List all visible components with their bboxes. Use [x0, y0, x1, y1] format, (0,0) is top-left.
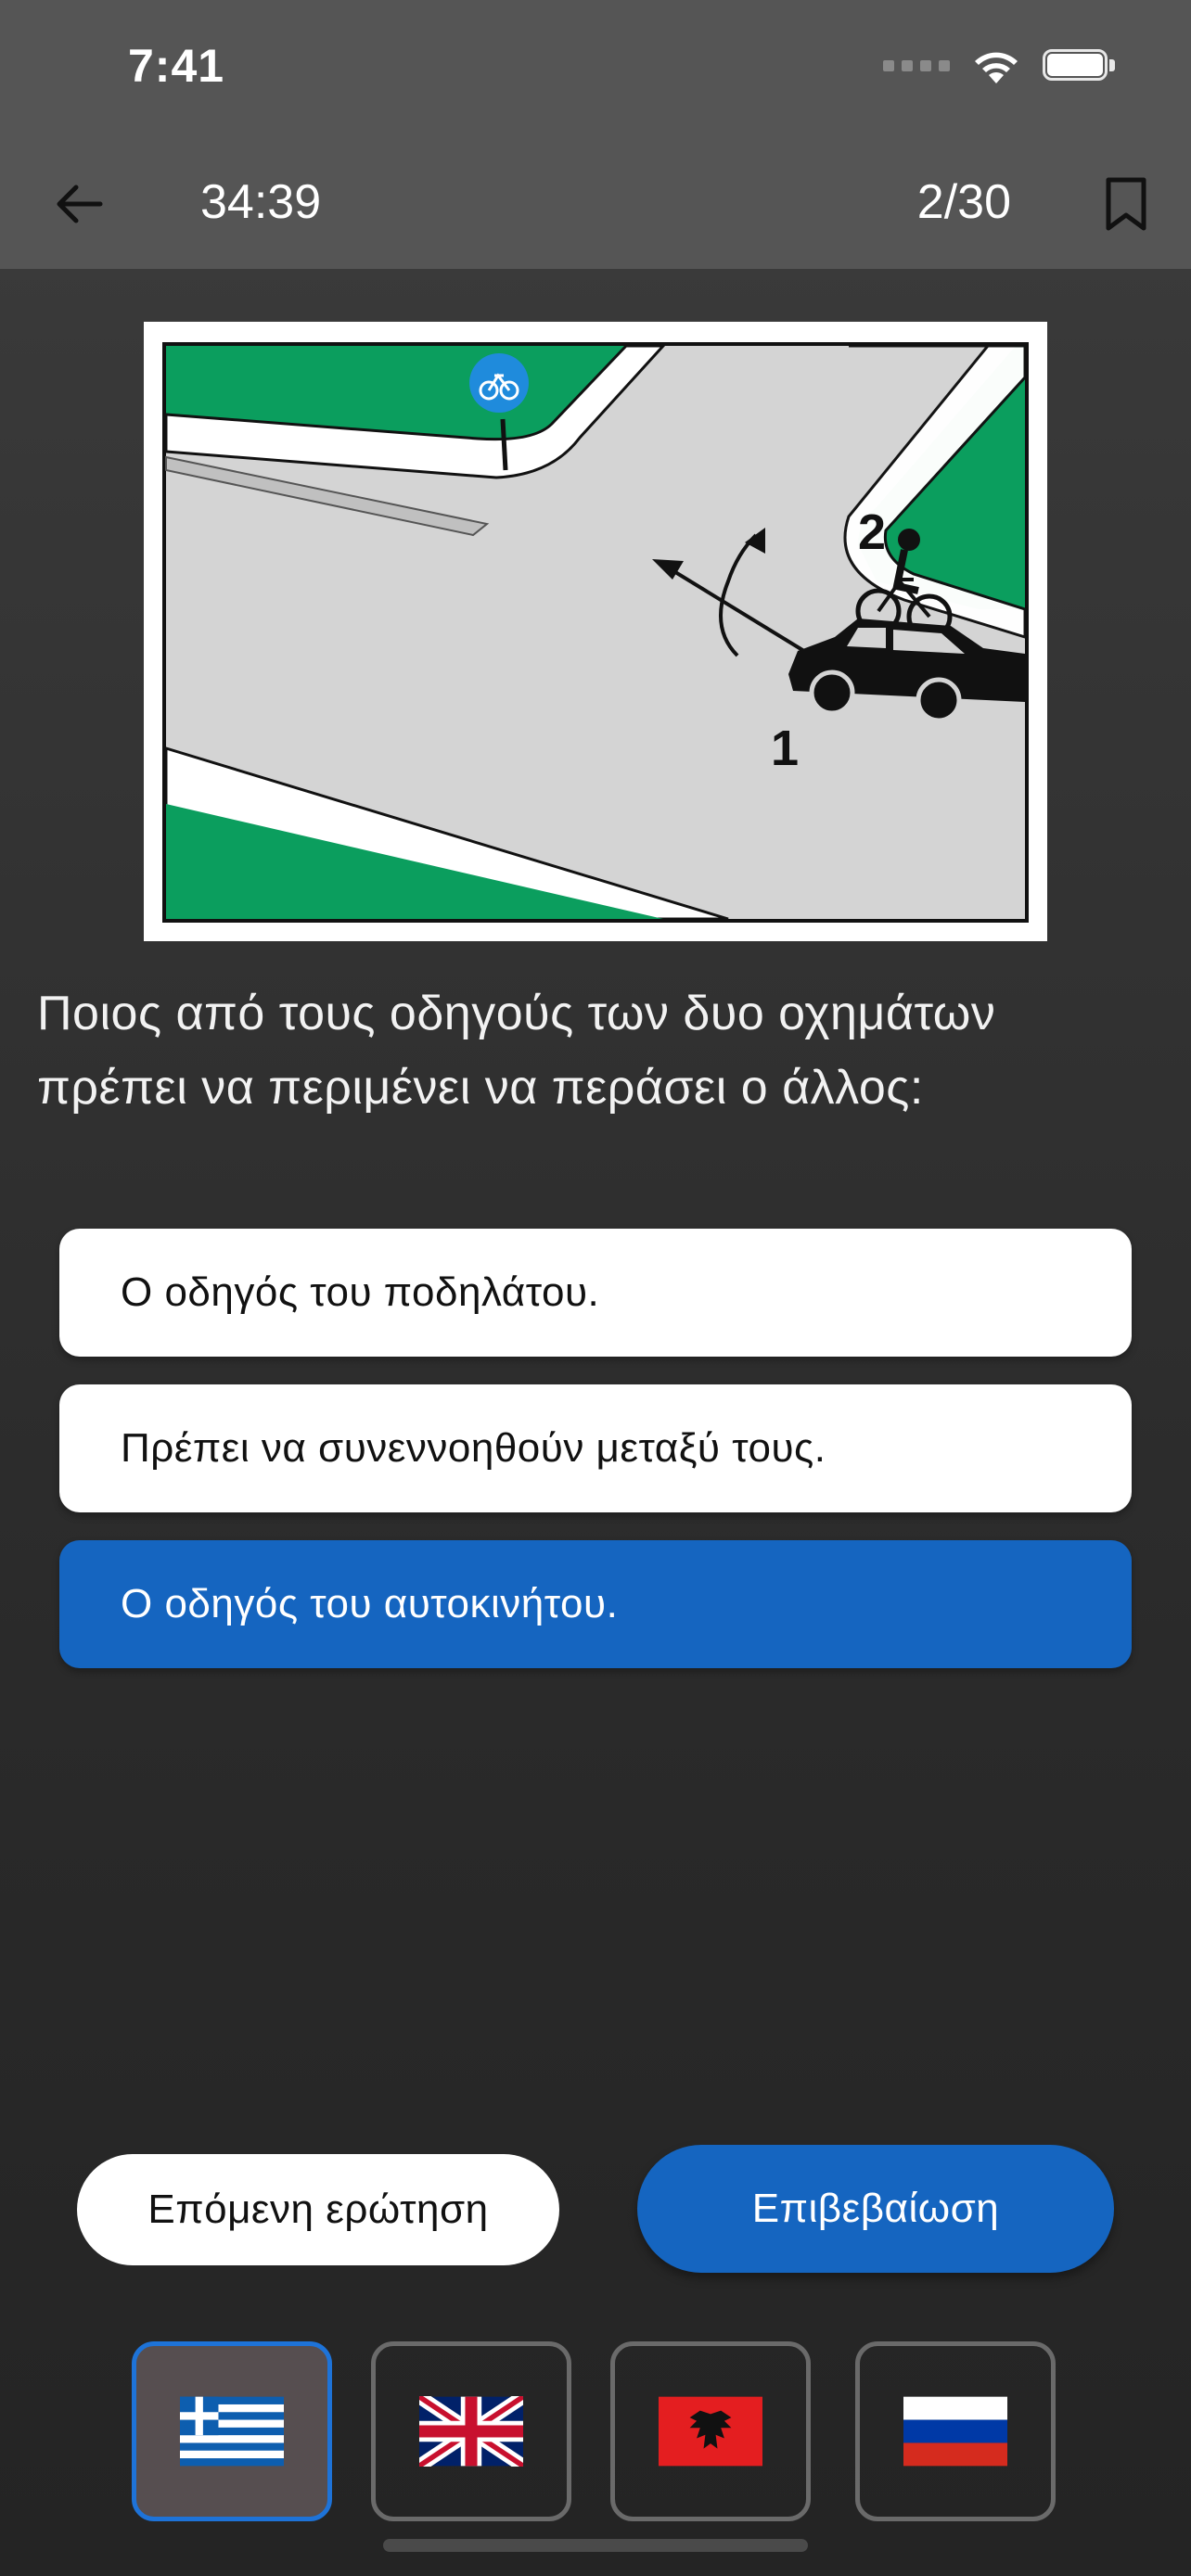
- back-button[interactable]: [41, 167, 115, 241]
- answer-option-2[interactable]: Πρέπει να συνεννοηθούν μεταξύ τους.: [59, 1384, 1132, 1512]
- answer-option-label: Ο οδηγός του αυτοκινήτου.: [121, 1581, 619, 1626]
- greece-flag-icon: [180, 2396, 284, 2467]
- cellular-signal-icon: [883, 60, 950, 71]
- language-russian-button[interactable]: [855, 2341, 1056, 2521]
- language-english-button[interactable]: [371, 2341, 571, 2521]
- albania-flag-icon: [659, 2396, 762, 2467]
- label-car: 1: [771, 721, 799, 776]
- answer-option-1[interactable]: Ο οδηγός του ποδηλάτου.: [59, 1229, 1132, 1357]
- battery-icon: [1043, 49, 1117, 83]
- question-image: 2 1: [144, 322, 1047, 941]
- status-icons: [883, 46, 1117, 85]
- answer-option-3[interactable]: Ο οδηγός του αυτοκινήτου.: [59, 1540, 1132, 1668]
- question-counter: 2/30: [916, 175, 1011, 229]
- russia-flag-icon: [903, 2396, 1007, 2467]
- label-bicycle: 2: [858, 504, 886, 560]
- home-indicator[interactable]: [383, 2539, 808, 2552]
- uk-flag-icon: [419, 2396, 523, 2467]
- answer-option-label: Ο οδηγός του ποδηλάτου.: [121, 1269, 600, 1315]
- exam-timer: 34:39: [200, 175, 322, 229]
- language-albanian-button[interactable]: [610, 2341, 811, 2521]
- question-text: Ποιος από τους οδηγούς των δυο οχημάτων …: [37, 987, 996, 1115]
- app-bar: 34:39 2/30: [0, 139, 1191, 269]
- status-time: 7:41: [128, 40, 225, 92]
- confirm-button[interactable]: Επιβεβαίωση: [637, 2145, 1114, 2273]
- language-greek-button[interactable]: [132, 2341, 332, 2521]
- answer-option-label: Πρέπει να συνεννοηθούν μεταξύ τους.: [121, 1425, 826, 1471]
- status-bar: 7:41: [0, 0, 1191, 139]
- wifi-icon: [975, 52, 1018, 83]
- next-question-button[interactable]: Επόμενη ερώτηση: [77, 2154, 559, 2265]
- bookmark-button[interactable]: [1089, 167, 1163, 241]
- bookmark-icon: [1106, 177, 1146, 231]
- arrow-left-icon: [57, 185, 103, 223]
